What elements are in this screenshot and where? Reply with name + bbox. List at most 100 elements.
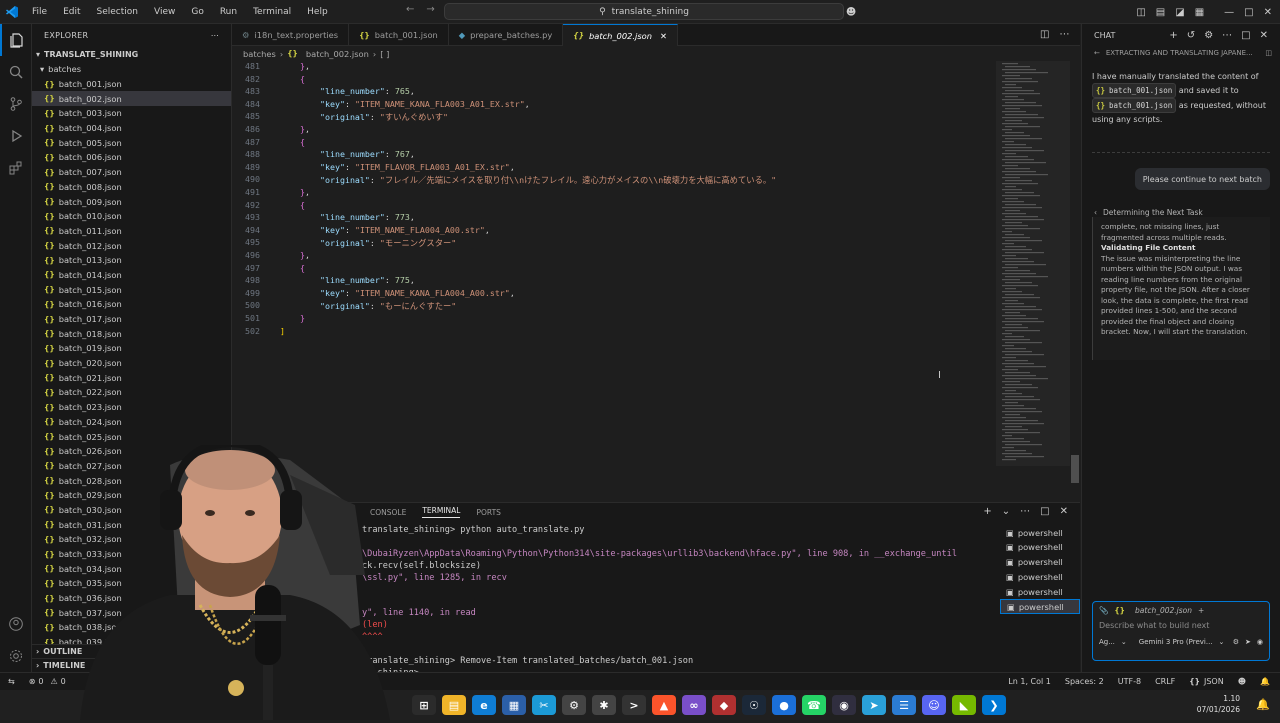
taskbar-clock[interactable]: 1.10 07/01/2026 — [1197, 693, 1240, 715]
menu-view[interactable]: View — [146, 0, 183, 24]
stop-icon[interactable]: ◉ — [1257, 638, 1263, 646]
tab-prepare-batches-py[interactable]: ◆ prepare_batches.py — [449, 24, 564, 46]
file-item[interactable]: {} batch_032.json — [32, 532, 231, 547]
forward-arrow-icon[interactable]: → — [426, 4, 434, 15]
file-item[interactable]: {} batch_028.json — [32, 473, 231, 488]
file-item[interactable]: {} batch_015.json — [32, 282, 231, 297]
file-item[interactable]: {} batch_026.json — [32, 444, 231, 459]
file-item[interactable]: {} batch_036.json — [32, 591, 231, 606]
thinking-header[interactable]: ‹ Determining the Next Task — [1094, 208, 1203, 217]
nvidia-icon[interactable]: ◣ — [952, 695, 976, 715]
game-icon[interactable]: ◆ — [712, 695, 736, 715]
vpn-icon[interactable]: ● — [772, 695, 796, 715]
errors-status[interactable]: ⊗ 0 ⚠ 0 — [23, 677, 72, 686]
settings-gear-icon[interactable] — [0, 640, 32, 672]
send-icon[interactable]: ➤ — [1245, 638, 1251, 646]
mode-picker[interactable]: Ag... — [1099, 638, 1115, 646]
file-item[interactable]: {} batch_013.json — [32, 253, 231, 268]
notification-center-icon[interactable]: 🔔 — [1256, 698, 1270, 711]
editor-scrollbar[interactable] — [1071, 455, 1079, 483]
panel-more-icon[interactable]: ⋯ — [1020, 506, 1030, 517]
terminal-instance[interactable]: ▣ powershell — [1000, 540, 1080, 555]
whatsapp-icon[interactable]: ☎ — [802, 695, 826, 715]
file-item[interactable]: {} batch_033.json — [32, 547, 231, 562]
menu-file[interactable]: File — [24, 0, 55, 24]
search-view-icon[interactable] — [0, 56, 32, 88]
file-item[interactable]: {} batch_030.json — [32, 503, 231, 518]
file-item[interactable]: {} batch_031.json — [32, 517, 231, 532]
layout-panel-icon[interactable]: ▤ — [1156, 7, 1165, 18]
file-item[interactable]: {} batch_029.json — [32, 488, 231, 503]
notifications-icon[interactable]: 🔔 — [1260, 677, 1270, 686]
file-item[interactable]: {} batch_004.json — [32, 121, 231, 136]
visual-studio-icon[interactable]: ∞ — [682, 695, 706, 715]
file-item[interactable]: {} batch_027.json — [32, 459, 231, 474]
file-item[interactable]: {} batch_024.json — [32, 415, 231, 430]
new-terminal-icon[interactable]: + — [983, 506, 991, 517]
discord-icon[interactable]: ☺ — [922, 695, 946, 715]
close-window-icon[interactable]: ✕ — [1264, 7, 1272, 18]
chat-back-icon[interactable]: ← — [1094, 49, 1100, 57]
layout-sidebar-icon[interactable]: ◫ — [1136, 7, 1145, 18]
model-picker[interactable]: Gemini 3 Pro (Previ... — [1139, 638, 1213, 646]
terminal-instance[interactable]: ▣ powershell — [1000, 584, 1080, 599]
explorer-icon[interactable] — [0, 24, 32, 56]
add-context-icon[interactable]: + — [1198, 606, 1204, 615]
back-arrow-icon[interactable]: ← — [406, 4, 414, 15]
terminal-instance[interactable]: ▣ powershell — [1000, 599, 1080, 614]
file-item[interactable]: {} batch_037.json — [32, 605, 231, 620]
copilot-status-icon[interactable]: ☻ — [1238, 677, 1246, 686]
file-item[interactable]: {} batch_016.json — [32, 297, 231, 312]
folder-batches[interactable]: ▾ batches — [32, 62, 231, 77]
chat-close-icon[interactable]: ✕ — [1260, 30, 1268, 41]
terminal-instance[interactable]: ▣ powershell — [1000, 569, 1080, 584]
tab-batch-001-json[interactable]: {} batch_001.json — [349, 24, 449, 46]
account-icon[interactable] — [0, 608, 32, 640]
menu-terminal[interactable]: Terminal — [245, 0, 299, 24]
maximize-icon[interactable]: □ — [1244, 7, 1253, 18]
file-item[interactable]: {} batch_022.json — [32, 385, 231, 400]
file-item[interactable]: {} batch_021.json — [32, 370, 231, 385]
vscode-taskbar-icon[interactable]: ❯ — [982, 695, 1006, 715]
workspace-root[interactable]: ▾ TRANSLATE_SHINING — [32, 46, 231, 62]
new-chat-icon[interactable]: + — [1169, 30, 1177, 41]
split-editor-icon[interactable]: ◫ — [1040, 29, 1049, 40]
cursor-position[interactable]: Ln 1, Col 1 — [1008, 677, 1051, 686]
tab-batch-002-json[interactable]: {} batch_002.json ✕ — [563, 24, 678, 46]
file-item[interactable]: {} batch_002.json — [32, 91, 231, 107]
run-debug-icon[interactable] — [0, 120, 32, 152]
file-item[interactable]: {} batch_012.json — [32, 238, 231, 253]
tools-icon[interactable]: ⚙ — [1233, 638, 1239, 646]
breadcrumb-file[interactable]: batch_002.json — [306, 49, 369, 59]
file-item[interactable]: {} batch_023.json — [32, 400, 231, 415]
file-item[interactable]: {} batch_018.json — [32, 326, 231, 341]
store-icon[interactable]: ▦ — [502, 695, 526, 715]
chat-input-box[interactable]: 📎 {} batch_002.json + Describe what to b… — [1092, 601, 1270, 661]
obs-icon[interactable]: ◉ — [832, 695, 856, 715]
file-item[interactable]: {} batch_006.json — [32, 150, 231, 165]
panel-tab-terminal[interactable]: TERMINAL — [422, 506, 461, 518]
command-center-search[interactable]: ⚲ translate_shining — [444, 3, 844, 20]
file-item[interactable]: {} batch_034.json — [32, 561, 231, 576]
file-item[interactable]: {} batch_009.json — [32, 194, 231, 209]
chat-settings-icon[interactable]: ⚙ — [1204, 30, 1213, 41]
timeline-section[interactable]: › TIMELINE — [32, 658, 231, 672]
language-mode[interactable]: {} JSON — [1189, 677, 1223, 686]
editor-more-icon[interactable]: ⋯ — [1059, 29, 1069, 40]
file-item[interactable]: {} batch_010.json — [32, 209, 231, 224]
notepad-icon[interactable]: ☰ — [892, 695, 916, 715]
file-item[interactable]: {} batch_005.json — [32, 135, 231, 150]
source-control-icon[interactable] — [0, 88, 32, 120]
start-icon[interactable]: ⊞ — [412, 695, 436, 715]
minimize-icon[interactable]: — — [1224, 7, 1234, 18]
maximize-panel-icon[interactable]: □ — [1040, 506, 1049, 517]
file-item[interactable]: {} batch_020.json — [32, 356, 231, 371]
encoding[interactable]: UTF-8 — [1118, 677, 1141, 686]
menu-go[interactable]: Go — [183, 0, 211, 24]
copilot-icon[interactable]: ☻ — [846, 7, 856, 18]
edge-browser-icon[interactable]: e — [472, 695, 496, 715]
brave-icon[interactable]: ▲ — [652, 695, 676, 715]
attach-icon[interactable]: 📎 — [1099, 606, 1108, 615]
menu-edit[interactable]: Edit — [55, 0, 88, 24]
file-item[interactable]: {} batch_001.json — [32, 77, 231, 92]
